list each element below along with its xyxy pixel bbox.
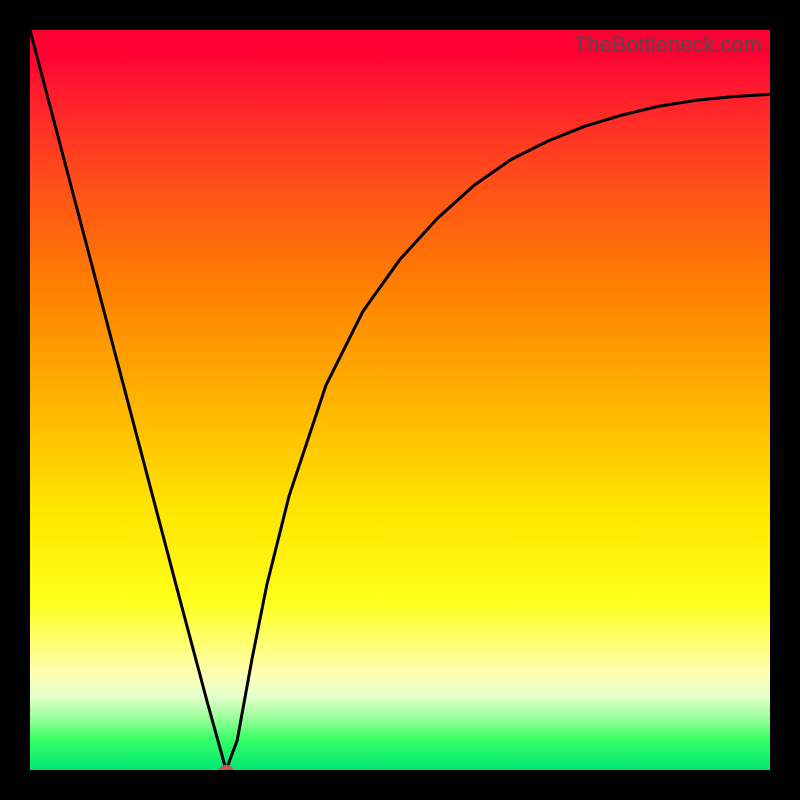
- plot-area: TheBottleneck.com: [30, 30, 770, 770]
- curve-svg: [30, 30, 770, 770]
- chart-frame: TheBottleneck.com: [0, 0, 800, 800]
- minimum-marker: [219, 765, 233, 770]
- bottleneck-curve-path: [30, 30, 770, 770]
- watermark-text: TheBottleneck.com: [574, 32, 762, 58]
